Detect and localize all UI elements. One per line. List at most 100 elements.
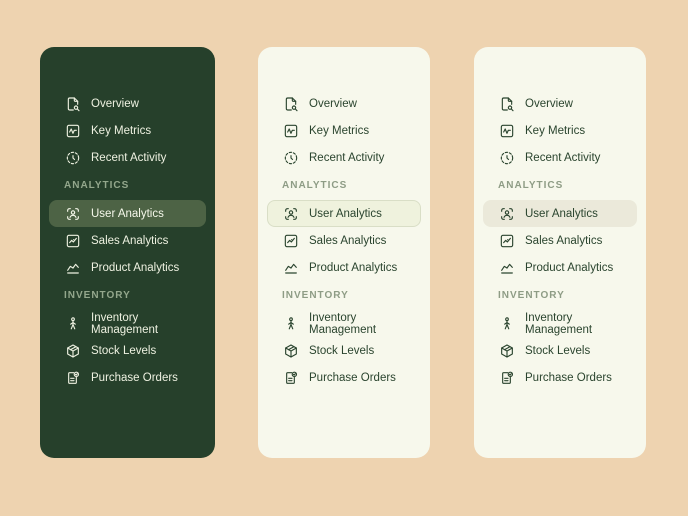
chart-box-icon	[283, 233, 299, 249]
menu-item-product-analytics[interactable]: Product Analytics	[267, 254, 421, 281]
menu-group-general: Overview Key Metrics Recent Activity	[258, 90, 430, 171]
menu-item-inventory-management[interactable]: Inventory Management	[49, 310, 206, 337]
menu-item-label: Stock Levels	[525, 344, 591, 357]
menu-group-general: Overview Key Metrics Recent Activity	[474, 90, 646, 171]
menu-item-label: Inventory Management	[91, 311, 159, 336]
history-icon	[499, 150, 515, 166]
menu-item-label: Recent Activity	[525, 151, 601, 164]
package-icon	[499, 343, 515, 359]
section-header-analytics: ANALYTICS	[282, 180, 348, 191]
menu-item-sales-analytics[interactable]: Sales Analytics	[267, 227, 421, 254]
user-scan-icon	[283, 206, 299, 222]
menu-item-user-analytics[interactable]: User Analytics	[267, 200, 421, 227]
chart-square-icon	[283, 123, 299, 139]
section-header-analytics: ANALYTICS	[64, 180, 130, 191]
chart-square-icon	[499, 123, 515, 139]
menu-group-inventory: INVENTORY Inventory Management Stock Lev…	[258, 281, 430, 391]
order-check-icon	[65, 370, 81, 386]
menu-item-label: Overview	[309, 97, 357, 110]
menu-group-analytics: ANALYTICS User Analytics Sales Analytics…	[474, 171, 646, 281]
menu-item-label: Key Metrics	[91, 124, 152, 137]
file-search-icon	[499, 96, 515, 112]
menu-item-label: Product Analytics	[309, 261, 398, 274]
menu-item-purchase-orders[interactable]: Purchase Orders	[267, 364, 421, 391]
section-header-analytics: ANALYTICS	[498, 180, 564, 191]
user-scan-icon	[65, 206, 81, 222]
menu-item-label: Stock Levels	[309, 344, 375, 357]
menu-item-key-metrics[interactable]: Key Metrics	[49, 117, 206, 144]
menu-item-label: Recent Activity	[91, 151, 167, 164]
sidebar-menu: Overview Key Metrics Recent Activity ANA…	[474, 90, 646, 391]
menu-item-label: User Analytics	[525, 207, 598, 220]
menu-item-purchase-orders[interactable]: Purchase Orders	[49, 364, 206, 391]
package-icon	[65, 343, 81, 359]
menu-item-sales-analytics[interactable]: Sales Analytics	[483, 227, 637, 254]
chart-line-icon	[283, 260, 299, 276]
menu-item-label: User Analytics	[309, 207, 382, 220]
person-icon	[499, 316, 515, 332]
menu-item-product-analytics[interactable]: Product Analytics	[483, 254, 637, 281]
chart-box-icon	[499, 233, 515, 249]
menu-item-key-metrics[interactable]: Key Metrics	[267, 117, 421, 144]
menu-item-stock-levels[interactable]: Stock Levels	[267, 337, 421, 364]
menu-item-label: Overview	[91, 97, 139, 110]
menu-item-overview[interactable]: Overview	[483, 90, 637, 117]
package-icon	[283, 343, 299, 359]
menu-item-recent-activity[interactable]: Recent Activity	[483, 144, 637, 171]
menu-item-label: Product Analytics	[525, 261, 614, 274]
sidebar-menu: Overview Key Metrics Recent Activity ANA…	[40, 90, 215, 391]
menu-group-inventory: INVENTORY Inventory Management Stock Lev…	[474, 281, 646, 391]
menu-item-inventory-management[interactable]: Inventory Management	[483, 310, 637, 337]
menu-item-label: Stock Levels	[91, 344, 157, 357]
person-icon	[283, 316, 299, 332]
menu-item-recent-activity[interactable]: Recent Activity	[267, 144, 421, 171]
menu-item-label: Purchase Orders	[91, 371, 178, 384]
order-check-icon	[499, 370, 515, 386]
menu-item-stock-levels[interactable]: Stock Levels	[483, 337, 637, 364]
menu-item-label: Overview	[525, 97, 573, 110]
menu-group-inventory: INVENTORY Inventory Management Stock Lev…	[40, 281, 215, 391]
menu-item-stock-levels[interactable]: Stock Levels	[49, 337, 206, 364]
menu-item-inventory-management[interactable]: Inventory Management	[267, 310, 421, 337]
section-header-inventory: INVENTORY	[64, 290, 131, 301]
menu-group-analytics: ANALYTICS User Analytics Sales Analytics…	[258, 171, 430, 281]
menu-item-label: Sales Analytics	[525, 234, 603, 247]
chart-line-icon	[65, 260, 81, 276]
menu-item-label: Inventory Management	[309, 311, 377, 336]
menu-item-product-analytics[interactable]: Product Analytics	[49, 254, 206, 281]
menu-item-label: Sales Analytics	[309, 234, 387, 247]
user-scan-icon	[499, 206, 515, 222]
menu-item-label: User Analytics	[91, 207, 164, 220]
menu-item-sales-analytics[interactable]: Sales Analytics	[49, 227, 206, 254]
order-check-icon	[283, 370, 299, 386]
person-icon	[65, 316, 81, 332]
menu-item-overview[interactable]: Overview	[267, 90, 421, 117]
menu-item-label: Product Analytics	[91, 261, 180, 274]
menu-item-label: Key Metrics	[525, 124, 586, 137]
menu-item-key-metrics[interactable]: Key Metrics	[483, 117, 637, 144]
chart-line-icon	[499, 260, 515, 276]
menu-item-label: Purchase Orders	[309, 371, 396, 384]
file-search-icon	[65, 96, 81, 112]
sidebar-panel-light-outlined: Overview Key Metrics Recent Activity ANA…	[258, 47, 430, 458]
chart-box-icon	[65, 233, 81, 249]
menu-item-recent-activity[interactable]: Recent Activity	[49, 144, 206, 171]
section-header-inventory: INVENTORY	[498, 290, 565, 301]
menu-item-label: Inventory Management	[525, 311, 593, 336]
menu-item-label: Sales Analytics	[91, 234, 169, 247]
sidebar-menu: Overview Key Metrics Recent Activity ANA…	[258, 90, 430, 391]
menu-item-label: Purchase Orders	[525, 371, 612, 384]
menu-item-overview[interactable]: Overview	[49, 90, 206, 117]
section-header-inventory: INVENTORY	[282, 290, 349, 301]
menu-item-user-analytics[interactable]: User Analytics	[49, 200, 206, 227]
menu-item-label: Recent Activity	[309, 151, 385, 164]
menu-group-analytics: ANALYTICS User Analytics Sales Analytics…	[40, 171, 215, 281]
chart-square-icon	[65, 123, 81, 139]
history-icon	[65, 150, 81, 166]
menu-item-purchase-orders[interactable]: Purchase Orders	[483, 364, 637, 391]
sidebar-panel-light-filled: Overview Key Metrics Recent Activity ANA…	[474, 47, 646, 458]
sidebar-panel-dark: Overview Key Metrics Recent Activity ANA…	[40, 47, 215, 458]
menu-item-user-analytics[interactable]: User Analytics	[483, 200, 637, 227]
menu-group-general: Overview Key Metrics Recent Activity	[40, 90, 215, 171]
history-icon	[283, 150, 299, 166]
